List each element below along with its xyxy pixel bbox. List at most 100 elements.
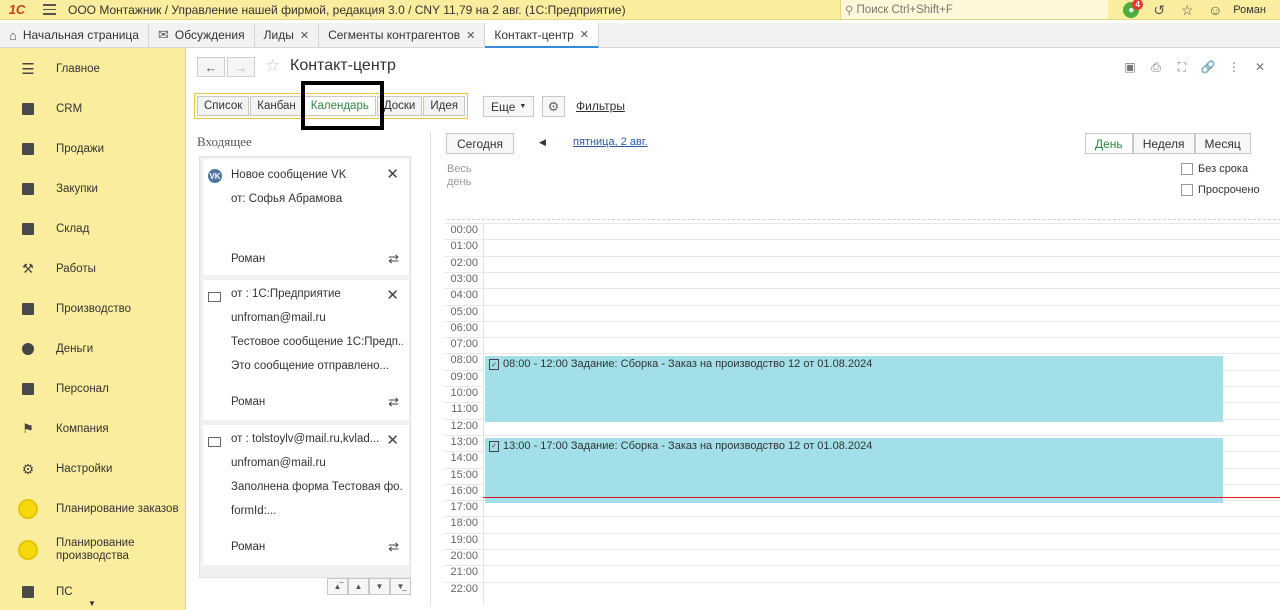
ps-icon [22, 586, 34, 598]
hour-label: 21:00 [444, 566, 480, 579]
scroll-up-icon[interactable]: ▲ [348, 578, 369, 595]
hour-row[interactable]: 20:00 [444, 549, 1280, 565]
sidebar-scroll-down-icon[interactable]: ▼ [88, 599, 96, 608]
overdue-checkbox[interactable]: Просрочено [1181, 184, 1260, 196]
hour-row[interactable]: 05:00 [444, 304, 1280, 321]
tab-home[interactable]: ⌂ Начальная страница [0, 23, 149, 47]
period-month-button[interactable]: Месяц [1194, 133, 1251, 154]
hour-label: 20:00 [444, 550, 480, 562]
sidebar-item-purchases[interactable]: Закупки [0, 169, 186, 209]
tab-label: Контакт-центр [494, 27, 574, 42]
back-button[interactable]: ← [197, 57, 225, 77]
view-kanban-button[interactable]: Канбан [250, 96, 303, 116]
sidebar-item-crm[interactable]: CRM [0, 89, 186, 129]
hour-row[interactable]: 01:00 [444, 239, 1280, 255]
all-day-label: Весь день [447, 163, 472, 188]
sidebar-item-sales[interactable]: Продажи [0, 129, 186, 169]
search-input[interactable] [856, 3, 1087, 16]
tab-bar: ⌂ Начальная страница ✉ Обсуждения Лиды ✕… [0, 23, 1280, 48]
tab-leads[interactable]: Лиды ✕ [255, 23, 320, 47]
close-icon[interactable]: ✕ [1250, 58, 1270, 76]
hour-row[interactable]: 00:00 [444, 223, 1280, 239]
close-icon[interactable]: ✕ [580, 28, 589, 41]
favorite-star-icon[interactable]: ☆ [265, 56, 280, 76]
sidebar-item-production[interactable]: Производство [0, 289, 186, 329]
favorites-star-icon[interactable]: ☆ [1173, 0, 1201, 20]
calendar-event[interactable]: ✓ 13:00 - 17:00 Задание: Сборка - Заказ н… [485, 437, 1223, 504]
preview-icon[interactable]: ⛶ [1172, 58, 1192, 76]
hour-row[interactable]: 22:00 [444, 581, 1280, 598]
notifications-button[interactable]: ● 4 [1117, 0, 1145, 20]
scroll-down-icon[interactable]: ▼ [369, 578, 390, 595]
no-deadline-checkbox[interactable]: Без срока [1181, 163, 1248, 175]
user-icon[interactable]: ☺ [1201, 0, 1229, 20]
transfer-icon[interactable]: ⇄ [388, 251, 399, 267]
current-date-link[interactable]: пятница, 2 авг. [573, 136, 648, 148]
close-icon[interactable]: ✕ [386, 165, 399, 183]
filters-link[interactable]: Фильтры [576, 99, 625, 113]
view-idea-button[interactable]: Идея [423, 96, 465, 116]
sidebar-item-staff[interactable]: Персонал [0, 369, 186, 409]
hour-row[interactable]: 04:00 [444, 288, 1280, 304]
close-icon[interactable]: ✕ [386, 286, 399, 304]
global-search[interactable]: ⚲ [840, 0, 1108, 19]
sidebar-item-label: CRM [56, 102, 83, 115]
hour-row[interactable]: 18:00 [444, 516, 1280, 532]
today-button[interactable]: Сегодня [446, 133, 514, 154]
save-icon[interactable]: ▣ [1120, 58, 1140, 76]
warehouse-icon [22, 223, 34, 235]
hour-row[interactable]: 02:00 [444, 255, 1280, 272]
period-day-button[interactable]: День [1085, 133, 1133, 154]
coin-icon [22, 343, 34, 355]
sidebar-item-money[interactable]: Деньги [0, 329, 186, 369]
sidebar-item-label: Производство [56, 302, 131, 315]
scroll-bottom-icon[interactable]: ▼̲ [390, 578, 411, 595]
calendar-event[interactable]: ✓ 08:00 - 12:00 Задание: Сборка - Заказ н… [485, 356, 1223, 422]
transfer-icon[interactable]: ⇄ [388, 539, 399, 555]
sidebar-item-works[interactable]: ⚒ Работы [0, 249, 186, 289]
inbox-card[interactable]: от : tolstoylv@mail.ru,kvlad... unfroman… [203, 425, 409, 565]
hour-row[interactable]: 03:00 [444, 271, 1280, 288]
inbox-card[interactable]: VK Новое сообщение VK от: Софья Абрамова… [203, 159, 409, 275]
link-icon[interactable]: 🔗 [1198, 58, 1218, 76]
scroll-top-icon[interactable]: ▲̅ [327, 578, 348, 595]
period-week-button[interactable]: Неделя [1132, 133, 1195, 154]
main-menu-icon[interactable] [34, 4, 64, 15]
view-list-button[interactable]: Список [197, 96, 250, 116]
hour-row[interactable]: 19:00 [444, 532, 1280, 549]
tab-segments[interactable]: Сегменты контрагентов ✕ [319, 23, 486, 47]
sidebar-item-settings[interactable]: ⚙ Настройки [0, 449, 186, 489]
prev-day-icon[interactable]: ◀ [539, 137, 546, 148]
sidebar-item-label: Главное [56, 62, 100, 75]
dropdown-arrow-icon: ▼ [519, 103, 527, 110]
close-icon[interactable]: ✕ [386, 431, 399, 449]
hour-row[interactable]: 06:00 [444, 320, 1280, 337]
sidebar-item-main[interactable]: ☰ Главное [0, 49, 186, 89]
transfer-icon[interactable]: ⇄ [388, 394, 399, 410]
wrench-icon: ⚒ [22, 261, 34, 276]
highlight-annotation [301, 81, 384, 130]
sidebar-item-order-planning[interactable]: Планирование заказов [0, 489, 186, 529]
hour-row[interactable]: 21:00 [444, 565, 1280, 581]
gear-icon: ⚙ [21, 460, 35, 477]
tab-discussions[interactable]: ✉ Обсуждения [149, 23, 255, 47]
more-vertical-icon[interactable]: ⋮ [1224, 58, 1244, 76]
hour-label: 08:00 [444, 354, 480, 367]
forward-button[interactable]: → [227, 57, 255, 77]
inbox-card[interactable]: от : 1С:Предприятие unfroman@mail.ru Тес… [203, 280, 409, 420]
more-button[interactable]: Еще ▼ [483, 96, 535, 117]
sidebar-item-company[interactable]: ⚑ Компания [0, 409, 186, 449]
tab-contact-center[interactable]: Контакт-центр ✕ [485, 23, 599, 48]
sidebar-item-production-planning[interactable]: Планирование производства [0, 531, 186, 569]
close-icon[interactable]: ✕ [466, 29, 475, 42]
close-icon[interactable]: ✕ [300, 29, 309, 42]
yellow-circle-icon [18, 540, 38, 560]
factory-icon [22, 303, 34, 315]
history-icon[interactable]: ↺ [1145, 0, 1173, 20]
inbox-list: VK Новое сообщение VK от: Софья Абрамова… [199, 156, 411, 578]
user-name[interactable]: Роман [1229, 4, 1280, 16]
hour-row[interactable]: 07:00 [444, 337, 1280, 353]
sidebar-item-warehouse[interactable]: Склад [0, 209, 186, 249]
settings-button[interactable]: ⚙ [542, 96, 565, 117]
print-icon[interactable]: ⎙ [1146, 58, 1166, 76]
